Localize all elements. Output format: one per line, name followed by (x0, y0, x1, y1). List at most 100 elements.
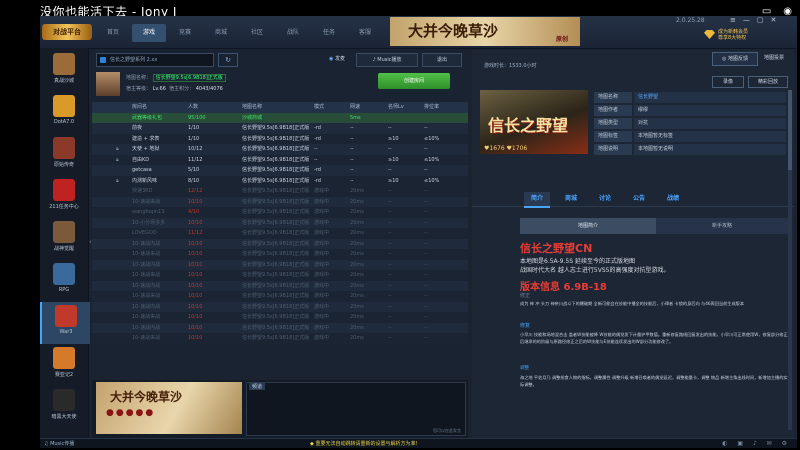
nav-community[interactable]: 社区 (240, 24, 274, 42)
sidebar-item-4[interactable]: 战神觉醒 (40, 218, 88, 260)
table-row[interactable]: getcasa 5/10 信长野望9.5s[6.9B18]正式版 -rd -- -- -- (92, 165, 468, 176)
table-row[interactable]: 建造 + 求表 1/10 信长野望9.5s[6.9B18]正式版 -rd -- ≥10 ≤1… (92, 133, 468, 144)
sidebar-item-label: 赛亚记2 (54, 372, 74, 378)
tray-icons[interactable]: ◐ ▣ ♪ ✉ ⚙ (722, 440, 791, 447)
table-row[interactable]: 10-速战内战 10/10 信长野望9.5s[6.9B18]正式版 游戏中 20ms --… (92, 238, 468, 249)
table-row[interactable]: wangfuqin13 4/10 信长野望9.5s[6.9B18]正式版 游戏中 20m… (92, 207, 468, 218)
cell-rate: -- (424, 188, 428, 194)
header-rate[interactable]: 排位率 (424, 102, 439, 113)
cell-count: 11/12 (188, 230, 203, 236)
sidebar-item-5[interactable]: RPG (40, 260, 88, 302)
sidebar-item-7[interactable]: 赛亚记2 (40, 344, 88, 386)
tab-record[interactable]: 战绩 (660, 192, 686, 206)
chat-box[interactable]: 频道 您可以在此发言 (246, 382, 466, 436)
table-row[interactable]: 10-小分场多多 10/10 信长野望9.5s[6.9B18]正式版 游戏中 20ms -… (92, 217, 468, 228)
table-row[interactable]: 快速3RD 12/12 信长野望9.5s[6.9B18]正式版 游戏中 20ms -- -- (92, 186, 468, 197)
menu-icon[interactable]: ≡ (730, 16, 736, 24)
map-name-value[interactable]: 信长野望9.5s[6.9B18]正式版 (152, 74, 226, 82)
table-row[interactable]: LOVEGOD 11/12 信长野望9.5s[6.9B18]正式版 游戏中 20ms --… (92, 228, 468, 239)
cell-count: 10/10 (188, 314, 203, 320)
table-row[interactable]: 前夜 1/10 信长野望9.5s[6.9B18]正式版 -rd -- -- -- (92, 123, 468, 134)
close-icon[interactable]: ✕ (771, 16, 777, 24)
promo-banner-text: 大并今晚草沙 (408, 22, 499, 40)
platform-logo[interactable]: 对战平台 (42, 24, 92, 40)
announcement-marquee[interactable]: ◆ 重要无法自动跳转请重新的设置与解析方为准! (310, 440, 417, 447)
maximize-icon[interactable]: ▢ (757, 16, 764, 24)
map-feedback-button[interactable]: ◎ 地图反馈 (712, 52, 758, 66)
sidebar-item-3[interactable]: 211任务中心 (40, 176, 88, 218)
replay-button[interactable]: 录像 (712, 76, 744, 88)
table-row[interactable]: 武器等级礼包 95/100 沙城商城 5ms (92, 112, 468, 123)
header-net[interactable]: 网速 (350, 102, 360, 113)
tab-intro[interactable]: 简介 (524, 192, 550, 208)
cell-map: 信长野望9.5s[6.9B18]正式版 (242, 167, 310, 173)
sidebar-item-0[interactable]: 真战沙城 (40, 50, 88, 92)
feedback-label: 地图反馈 (727, 56, 748, 62)
exit-button[interactable]: 退出 (422, 53, 462, 67)
map-detail-header: 游戏时长：1533.0小时 ◎ 地图反馈 地图投票 (472, 50, 794, 72)
nav-team[interactable]: 战队 (276, 24, 310, 42)
minimize-icon[interactable]: — (743, 16, 750, 24)
subtab-map-intro[interactable]: 地图简介 (520, 218, 656, 234)
cell-net: -- (350, 177, 354, 184)
table-row[interactable]: 10-速战来战 10/10 信长野望9.5s[6.9B18]正式版 游戏中 20ms --… (92, 196, 468, 207)
nav-contest[interactable]: 竞赛 (168, 24, 202, 42)
nav-service[interactable]: 客服 (348, 24, 382, 42)
tab-shop[interactable]: 商城 (558, 192, 584, 206)
chat-channel-tab[interactable]: 频道 (249, 383, 266, 390)
info-label: 地图标签 (594, 131, 632, 142)
table-row[interactable]: 10-速战来战 10/10 信长野望9.5s[6.9B18]正式版 游戏中 20ms --… (92, 249, 468, 260)
highlights-button[interactable]: 精彩回放 (748, 76, 788, 88)
header-count[interactable]: 人数 (188, 102, 198, 113)
nav-shop[interactable]: 商城 (204, 24, 238, 42)
nav-games[interactable]: 游戏 (132, 24, 166, 42)
cell-level: -- (388, 240, 392, 247)
host-points-value: 4043/4076 (195, 86, 223, 92)
vip-promo[interactable]: 成为新韩会员 尊享8大特权 (704, 29, 794, 41)
table-row[interactable]: 10-速战来战 10/10 信长野望9.5s[6.9B18]正式版 游戏中 20ms --… (92, 333, 468, 344)
nav-tasks[interactable]: 任务 (312, 24, 346, 42)
table-row[interactable]: 10-速战内战 10/10 信长野望9.5s[6.9B18]正式版 游戏中 20ms --… (92, 301, 468, 312)
table-row[interactable]: 10-速战内战 10/10 信长野望9.5s[6.9B18]正式版 游戏中 20ms --… (92, 322, 468, 333)
cell-room-name: 10-速战内战 (132, 324, 161, 331)
header-mode[interactable]: 模式 (314, 102, 324, 113)
sidebar-item-6[interactable]: War3 (40, 302, 90, 344)
promo-banner[interactable]: 大并今晚草沙 原创 (390, 17, 580, 46)
music-button[interactable]: ♪ Music播放 (356, 53, 418, 67)
map-thumbnail[interactable]: 信长之野望 ♥1676 ♥1706 (480, 90, 588, 154)
chat-promo-banner[interactable]: 大并今晚草沙 ●●●●● (96, 382, 242, 434)
sidebar-item-2[interactable]: 原始传奇 (40, 134, 88, 176)
tab-notice[interactable]: 公告 (626, 192, 652, 206)
table-row[interactable]: 🔒︎ 自由KD 11/12 信长野望9.5s[6.9B18]正式版 -- -- ≥10 ≤10… (92, 154, 468, 165)
sidebar-item-8[interactable]: 暗黑大天使 (40, 386, 88, 428)
nav-home[interactable]: 首页 (96, 24, 130, 42)
table-row[interactable]: 10-速战来战 10/10 信长野望9.5s[6.9B18]正式版 游戏中 20ms --… (92, 312, 468, 323)
table-row[interactable]: 10-速战来战 10/10 信长野望9.5s[6.9B18]正式版 游戏中 20ms --… (92, 270, 468, 281)
create-room-button[interactable]: 创建房间 (378, 73, 450, 89)
voice-button[interactable]: ◉ 发麦 (322, 53, 352, 65)
info-value-map-name[interactable]: 信长野望 (634, 92, 786, 103)
header-level[interactable]: 名师Lv (388, 102, 404, 113)
tab-discuss[interactable]: 讨论 (592, 192, 618, 206)
music-player[interactable]: ♫ Music传播 (44, 440, 74, 447)
table-row[interactable]: 🔒︎ 内测新风味 8/10 信长野望9.5s[6.9B18]正式版 -rd -- ≥10 ≤1… (92, 175, 468, 186)
cell-level: -- (388, 188, 392, 194)
sidebar-item-1[interactable]: DotA7.0 (40, 92, 88, 134)
table-row[interactable]: 10-速战内战 10/10 信长野望9.5s[6.9B18]正式版 游戏中 20ms --… (92, 280, 468, 291)
cell-mode: -rd (314, 167, 321, 173)
host-avatar[interactable] (96, 72, 120, 96)
table-row[interactable]: 10-速战内战 10/10 信长野望9.5s[6.9B18]正式版 游戏中 20ms --… (92, 259, 468, 270)
header-room-name[interactable]: 房间名 (132, 102, 147, 113)
cell-mode: 游戏中 (314, 251, 330, 257)
table-row[interactable]: 🔒︎ 天使 + 地狱 10/12 信长野望9.5s[6.9B18]正式版 -- -- -- -… (92, 144, 468, 155)
map-vote-button[interactable]: 地图投票 (758, 52, 790, 64)
refresh-button[interactable]: ↻ (218, 53, 238, 67)
room-search-input[interactable]: 信长之野望系列 2.xx (96, 53, 214, 67)
table-row[interactable]: 10-速战来战 10/10 信长野望9.5s[6.9B18]正式版 游戏中 20ms --… (92, 291, 468, 302)
scrollbar-thumb[interactable] (788, 90, 792, 170)
subtab-beginner-guide[interactable]: 新手攻略 (656, 218, 788, 234)
header-map[interactable]: 地图名称 (242, 102, 262, 113)
game-icon (53, 53, 75, 75)
detail-scrollbar[interactable] (788, 90, 792, 430)
host-points-label: 宿主积分： (169, 86, 195, 92)
